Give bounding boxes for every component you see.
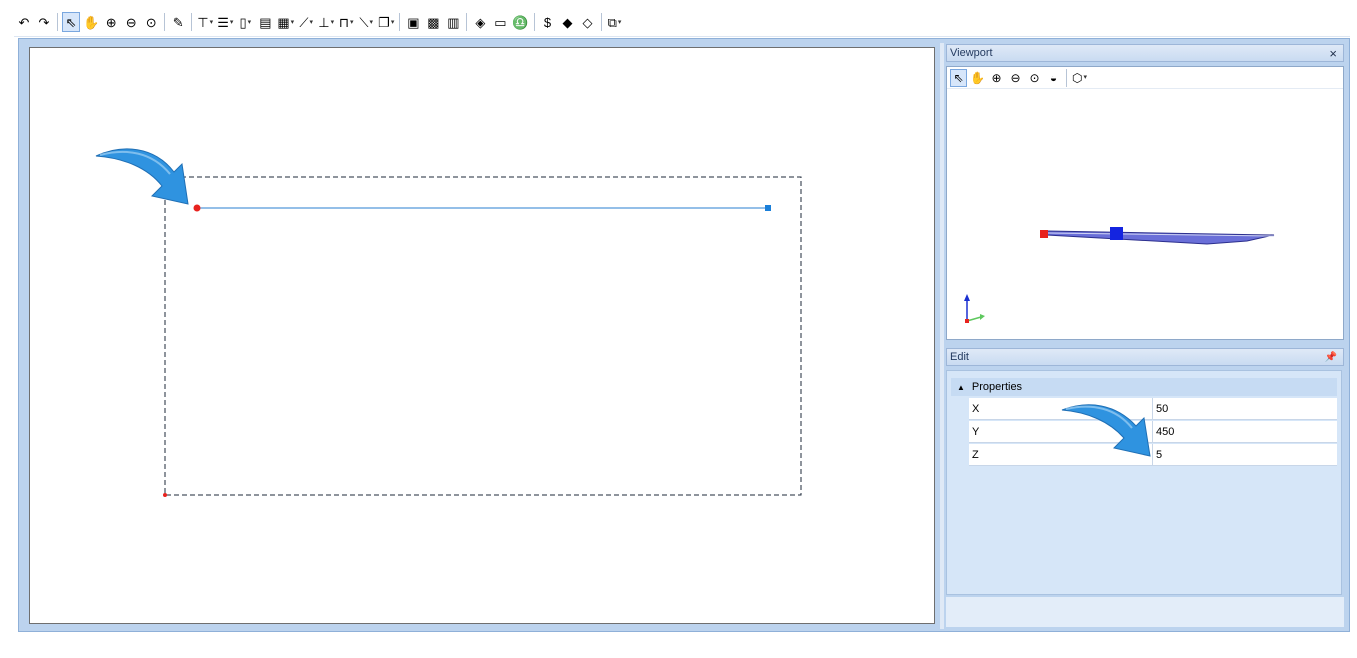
toolbar-separator	[191, 13, 193, 31]
dropdown-arrow-icon[interactable]: ▾	[210, 19, 214, 26]
main-frame: Viewport × ⇖ ✋ ⊕ ⊖ ⊙ ◒ ⬡ ▾ Edit 📌 ▲ Properties	[18, 38, 1350, 632]
main-toolbar: ↶ ↷ ⇖ ✋ ⊕ ⊖ ⊙ ✎ ⊤ ▾ ☰ ▾ ▯ ▾ ▤ ▦ ▾ ⟋ ▾ ⊥ ▾ ⊓ ▾ ⟍ ▾ ❐ ▾ ▣ ▩ ▥ ◈ ▭ ♎ $ ◆ ◇ ⧉ ▾	[14, 8, 1350, 37]
select-pointer-icon[interactable]: ⇖	[62, 12, 80, 32]
dropdown-arrow-icon[interactable]: ▾	[309, 19, 313, 26]
draw-beam-icon[interactable]: ⊤ ▾	[196, 12, 214, 32]
axis-triad-icon	[964, 294, 985, 323]
viewport-title: Viewport	[950, 47, 993, 59]
weight-icon[interactable]: ♎	[511, 12, 529, 32]
frame-icon[interactable]: ⊓ ▾	[337, 12, 355, 32]
vp-zoom-window-icon[interactable]: ⊕	[988, 69, 1005, 87]
pin-icon[interactable]: 📌	[1325, 352, 1337, 363]
toolbar-separator	[533, 13, 535, 31]
dropdown-arrow-icon[interactable]: ▾	[291, 19, 295, 26]
viewport-title-bar: Viewport ×	[946, 44, 1344, 62]
redo-icon[interactable]: ↷	[35, 12, 53, 32]
vp-zoom-extents-icon[interactable]: ⊙	[1026, 69, 1043, 87]
properties-section-label: Properties	[971, 381, 1023, 393]
toolbar-separator	[466, 13, 468, 31]
callout-arrow-icon	[95, 148, 189, 205]
line-end-point[interactable]	[765, 205, 771, 211]
toolbar-separator	[164, 13, 166, 31]
property-value-x[interactable]: 50	[1153, 398, 1337, 419]
close-icon[interactable]: ×	[1329, 46, 1337, 61]
property-value-z[interactable]: 5	[1153, 444, 1337, 465]
collapse-caret-icon[interactable]: ▲	[957, 383, 965, 392]
vertical-splitter[interactable]	[940, 43, 944, 629]
columns-icon[interactable]: ▥	[444, 12, 462, 32]
viewport-toolbar: ⇖ ✋ ⊕ ⊖ ⊙ ◒ ⬡ ▾	[947, 67, 1343, 89]
dropdown-arrow-icon[interactable]: ▾	[618, 19, 622, 26]
undo-icon[interactable]: ↶	[15, 12, 33, 32]
dropdown-arrow-icon[interactable]: ▾	[248, 19, 252, 26]
copy-objects-icon[interactable]: ❐ ▾	[377, 12, 395, 32]
toolbar-separator	[600, 13, 602, 31]
zoom-window-icon[interactable]: ⊕	[102, 12, 120, 32]
dropdown-arrow-icon[interactable]: ▾	[391, 19, 395, 26]
selection-rectangle	[164, 176, 802, 496]
viewport-panel[interactable]: ⇖ ✋ ⊕ ⊖ ⊙ ◒ ⬡ ▾	[946, 66, 1344, 340]
dropdown-arrow-icon[interactable]: ▾	[1083, 74, 1087, 81]
viewport-3d-view	[964, 227, 1275, 323]
edit-title-bar: Edit 📌	[946, 348, 1344, 366]
dropdown-arrow-icon[interactable]: ▾	[350, 19, 354, 26]
vp-view-cube-icon[interactable]: ⬡ ▾	[1071, 69, 1088, 87]
place-object-icon[interactable]: ▦ ▾	[276, 12, 295, 32]
callout-arrow-icon	[1061, 404, 1151, 457]
panel-bottom-strip	[946, 597, 1344, 627]
cost-icon[interactable]: $	[539, 12, 557, 32]
dropdown-arrow-icon[interactable]: ▾	[230, 19, 234, 26]
property-value-y[interactable]: 450	[1153, 421, 1337, 442]
draw-slope-icon[interactable]: ⟋ ▾	[297, 12, 315, 32]
box-3d-icon[interactable]: ◈	[471, 12, 489, 32]
dropdown-arrow-icon[interactable]: ▾	[369, 19, 373, 26]
draw-shelf-icon[interactable]: ☰ ▾	[216, 12, 234, 32]
new-drawing-icon[interactable]: ✎	[169, 12, 187, 32]
toolbar-separator	[1066, 68, 1067, 87]
calculator-icon[interactable]: ▣	[404, 12, 422, 32]
canvas-drawing	[163, 176, 802, 497]
drawing-canvas[interactable]	[29, 47, 935, 624]
eraser-icon[interactable]: ◇	[579, 12, 597, 32]
material-icon[interactable]: ◆	[559, 12, 577, 32]
vp-orbit-icon[interactable]: ◒	[1045, 69, 1062, 87]
layer-properties-icon[interactable]: ▤	[256, 12, 274, 32]
selection-corner-point	[163, 493, 167, 497]
zoom-out-icon[interactable]: ⊖	[122, 12, 140, 32]
zoom-extents-icon[interactable]: ⊙	[142, 12, 160, 32]
vp-pan-icon[interactable]: ✋	[969, 69, 986, 87]
window-layout-icon[interactable]: ⧉ ▾	[606, 12, 624, 32]
vp-select-icon[interactable]: ⇖	[950, 68, 967, 87]
dimension-icon[interactable]: ⊥ ▾	[317, 12, 335, 32]
dropdown-arrow-icon[interactable]: ▾	[331, 19, 335, 26]
toolbar-separator	[57, 13, 58, 31]
viewport-start-marker	[1040, 230, 1048, 238]
grid-icon[interactable]: ▩	[424, 12, 442, 32]
cylinder-icon[interactable]: ▭	[491, 12, 509, 32]
viewport-center-marker	[1110, 227, 1123, 240]
pan-hand-icon[interactable]: ✋	[82, 12, 100, 32]
draw-wall-icon[interactable]: ▯ ▾	[236, 12, 254, 32]
vp-zoom-out-icon[interactable]: ⊖	[1007, 69, 1024, 87]
toolbar-separator	[399, 13, 401, 31]
edit-title: Edit	[950, 351, 969, 363]
properties-section-header[interactable]: ▲ Properties	[951, 378, 1337, 396]
draw-line-icon[interactable]: ⟍ ▾	[357, 12, 375, 32]
